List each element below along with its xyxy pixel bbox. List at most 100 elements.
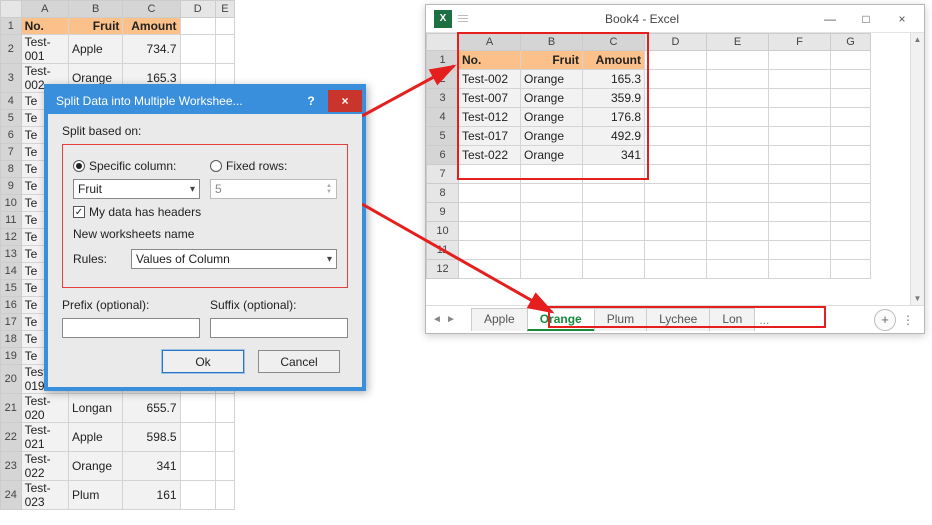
row-header[interactable]: 2	[427, 70, 459, 89]
row-header[interactable]: 9	[427, 203, 459, 222]
dialog-titlebar[interactable]: Split Data into Multiple Workshee... ? ×	[48, 88, 362, 114]
maximize-button[interactable]: □	[848, 8, 884, 30]
rules-select[interactable]: Values of Column ▾	[131, 249, 337, 269]
col-header-D[interactable]: D	[645, 34, 707, 51]
chevron-down-icon: ▾	[190, 184, 195, 195]
cancel-button[interactable]: Cancel	[258, 350, 340, 373]
row-header[interactable]: 7	[1, 144, 22, 161]
sheet-tab-lon[interactable]: Lon	[709, 308, 755, 331]
ok-button[interactable]: Ok	[162, 350, 244, 373]
row-header[interactable]: 11	[427, 241, 459, 260]
row-header[interactable]: 3	[427, 89, 459, 108]
row-header[interactable]: 19	[1, 348, 22, 365]
row-header[interactable]: 11	[1, 212, 22, 229]
row-header[interactable]: 13	[1, 246, 22, 263]
add-sheet-button[interactable]: +	[874, 309, 896, 331]
document-title: Book4 - Excel	[472, 12, 812, 26]
help-button[interactable]: ?	[294, 90, 328, 112]
col-header-D[interactable]: D	[180, 1, 215, 18]
column-select-value: Fruit	[78, 182, 102, 196]
tab-overflow[interactable]: ...	[755, 313, 773, 327]
row-header[interactable]: 20	[1, 365, 22, 394]
window-titlebar[interactable]: X Book4 - Excel — □ ×	[426, 5, 924, 33]
tab-nav-left[interactable]: ◄	[430, 314, 444, 325]
col-header-E[interactable]: E	[215, 1, 234, 18]
sheet-tab-plum[interactable]: Plum	[594, 308, 647, 331]
row-header[interactable]: 10	[427, 222, 459, 241]
has-headers-checkbox[interactable]: ✓ My data has headers	[73, 205, 337, 219]
col-header-A[interactable]: A	[21, 1, 68, 18]
row-header[interactable]: 6	[427, 146, 459, 165]
worksheet-grid[interactable]: A B C D E F G 1 No. Fruit Amount 2Test-0…	[426, 33, 924, 305]
new-worksheets-name-label: New worksheets name	[73, 227, 337, 241]
row-header[interactable]: 12	[1, 229, 22, 246]
row-header[interactable]: 12	[427, 260, 459, 279]
row-header[interactable]: 4	[1, 93, 22, 110]
has-headers-label: My data has headers	[89, 205, 201, 219]
row-header[interactable]: 17	[1, 314, 22, 331]
split-data-dialog: Split Data into Multiple Workshee... ? ×…	[44, 84, 366, 391]
col-header-F[interactable]: F	[769, 34, 831, 51]
chevron-down-icon: ▾	[327, 254, 332, 265]
tab-nav-right[interactable]: ►	[444, 314, 458, 325]
row-header[interactable]: 10	[1, 195, 22, 212]
row-header[interactable]: 6	[1, 127, 22, 144]
header-cell-fruit[interactable]: Fruit	[521, 51, 583, 70]
col-header-C[interactable]: C	[583, 34, 645, 51]
row-header[interactable]: 16	[1, 297, 22, 314]
col-header-B[interactable]: B	[521, 34, 583, 51]
row-header[interactable]: 4	[427, 108, 459, 127]
row-header[interactable]: 3	[1, 64, 22, 93]
select-all-corner[interactable]	[1, 1, 22, 18]
fixed-rows-label: Fixed rows:	[226, 159, 287, 173]
row-header[interactable]: 9	[1, 178, 22, 195]
specific-column-label: Specific column:	[89, 159, 176, 173]
row-header[interactable]: 7	[427, 165, 459, 184]
suffix-label: Suffix (optional):	[210, 298, 348, 312]
row-header[interactable]: 8	[1, 161, 22, 178]
sheet-menu-button[interactable]: ⋮	[896, 313, 920, 327]
sheet-tab-bar: ◄ ► AppleOrangePlumLycheeLon ... + ⋮	[426, 305, 924, 333]
row-header[interactable]: 5	[427, 127, 459, 146]
row-header[interactable]: 15	[1, 280, 22, 297]
excel-icon: X	[434, 10, 452, 28]
row-header[interactable]: 18	[1, 331, 22, 348]
row-header[interactable]: 14	[1, 263, 22, 280]
quick-access-icon	[456, 11, 472, 26]
col-header-C[interactable]: C	[123, 1, 180, 18]
rules-select-value: Values of Column	[136, 252, 230, 266]
col-header-B[interactable]: B	[68, 1, 122, 18]
header-cell-no[interactable]: No.	[459, 51, 521, 70]
prefix-input[interactable]	[62, 318, 200, 338]
fixed-rows-radio[interactable]: Fixed rows:	[210, 159, 337, 173]
vertical-scrollbar[interactable]: ▲ ▼	[910, 33, 924, 305]
select-all-corner[interactable]	[427, 34, 459, 51]
fixed-rows-value: 5	[215, 182, 222, 196]
row-header[interactable]: 8	[427, 184, 459, 203]
fixed-rows-input[interactable]: 5 ▲▼	[210, 179, 337, 199]
row-header[interactable]: 1	[427, 51, 459, 70]
row-header[interactable]: 23	[1, 452, 22, 481]
row-header[interactable]: 2	[1, 35, 22, 64]
result-excel-window: X Book4 - Excel — □ × A B C D E F G 1 No…	[425, 4, 925, 334]
row-header[interactable]: 21	[1, 394, 22, 423]
header-cell-amount[interactable]: Amount	[583, 51, 645, 70]
sheet-tab-orange[interactable]: Orange	[527, 308, 595, 331]
column-select[interactable]: Fruit ▾	[73, 179, 200, 199]
row-header[interactable]: 24	[1, 481, 22, 510]
col-header-E[interactable]: E	[707, 34, 769, 51]
close-button[interactable]: ×	[884, 8, 920, 30]
row-header[interactable]: 1	[1, 18, 22, 35]
sheet-tab-apple[interactable]: Apple	[471, 308, 528, 331]
sheet-tab-lychee[interactable]: Lychee	[646, 308, 710, 331]
row-header[interactable]: 5	[1, 110, 22, 127]
col-header-A[interactable]: A	[459, 34, 521, 51]
specific-column-radio[interactable]: Specific column:	[73, 159, 200, 173]
suffix-input[interactable]	[210, 318, 348, 338]
prefix-label: Prefix (optional):	[62, 298, 200, 312]
close-button[interactable]: ×	[328, 90, 362, 112]
row-header[interactable]: 22	[1, 423, 22, 452]
minimize-button[interactable]: —	[812, 8, 848, 30]
col-header-G[interactable]: G	[831, 34, 871, 51]
dialog-title: Split Data into Multiple Workshee...	[56, 94, 294, 108]
